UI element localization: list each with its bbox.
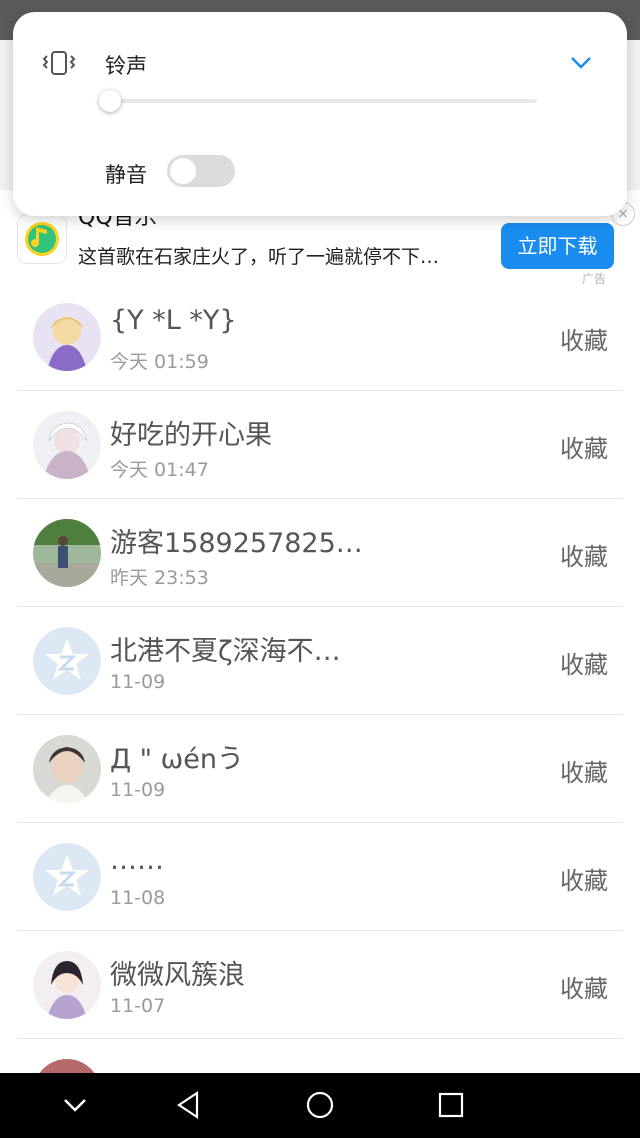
row-name: 微微风簇浪 <box>110 960 245 991</box>
list-item[interactable]: 北港不夏ζ深海不… 11-09 收藏 <box>0 607 640 715</box>
row-time: 11-09 <box>110 779 166 801</box>
favorite-button[interactable]: 收藏 <box>560 645 608 680</box>
row-time: 11-08 <box>110 887 166 909</box>
navigation-bar <box>0 1073 640 1138</box>
favorite-button[interactable]: 收藏 <box>560 861 608 896</box>
list-item[interactable]: {Y *L *Y} 今天 01:59 收藏 <box>0 283 640 391</box>
volume-panel: 铃声 静音 <box>13 12 627 216</box>
chevron-down-icon[interactable] <box>59 1089 91 1121</box>
avatar[interactable] <box>33 951 101 1019</box>
chevron-down-icon[interactable] <box>569 52 593 72</box>
row-name: Д " ωénう <box>110 744 245 775</box>
screen: 铃声 静音 QQ音乐 这首歌在石家庄火了，听了一遍就停不下… 立即下载 × 广告 <box>0 0 640 1138</box>
avatar[interactable] <box>33 519 101 587</box>
back-triangle-icon[interactable] <box>173 1089 205 1121</box>
mute-toggle[interactable] <box>167 155 235 187</box>
favorite-button[interactable]: 收藏 <box>560 969 608 1004</box>
row-time: 11-07 <box>110 995 166 1017</box>
home-circle-icon[interactable] <box>304 1089 336 1121</box>
favorite-button[interactable]: 收藏 <box>560 321 608 356</box>
slider-thumb[interactable] <box>99 90 121 112</box>
list-item[interactable]: 好吃的开心果 今天 01:47 收藏 <box>0 391 640 499</box>
row-time: 今天 01:47 <box>110 459 209 481</box>
row-name: 游客1589257825… <box>110 528 363 559</box>
mute-label: 静音 <box>105 163 147 187</box>
favorite-button[interactable]: 收藏 <box>560 753 608 788</box>
avatar[interactable] <box>33 627 101 695</box>
row-name: …… <box>110 845 164 876</box>
avatar[interactable] <box>33 411 101 479</box>
avatar[interactable] <box>33 303 101 371</box>
row-name: {Y *L *Y} <box>110 305 237 336</box>
favorite-button[interactable]: 收藏 <box>560 537 608 572</box>
list-item[interactable]: 微微风簇浪 11-07 收藏 <box>0 931 640 1039</box>
toggle-knob <box>170 158 196 184</box>
list-item[interactable]: Д " ωénう 11-09 收藏 <box>0 715 640 823</box>
download-button[interactable]: 立即下载 <box>501 223 614 269</box>
qq-music-logo-icon <box>17 214 67 264</box>
recents-square-icon[interactable] <box>435 1089 467 1121</box>
row-time: 昨天 23:53 <box>110 567 209 589</box>
list-item[interactable]: …… 11-08 收藏 <box>0 823 640 931</box>
avatar[interactable] <box>33 843 101 911</box>
ad-description: 这首歌在石家庄火了，听了一遍就停不下… <box>78 246 440 268</box>
row-name: 北港不夏ζ深海不… <box>110 636 341 667</box>
favorite-button[interactable]: 收藏 <box>560 429 608 464</box>
row-time: 11-09 <box>110 671 166 693</box>
list-item[interactable]: 游客1589257825… 昨天 23:53 收藏 <box>0 499 640 607</box>
avatar[interactable] <box>33 735 101 803</box>
visitor-list: {Y *L *Y} 今天 01:59 收藏 好吃的开心果 今天 01:47 收藏 <box>0 283 640 1138</box>
row-name: 好吃的开心果 <box>110 420 272 451</box>
ringtone-volume-slider[interactable] <box>109 99 537 103</box>
ringtone-label: 铃声 <box>105 54 147 78</box>
row-time: 今天 01:59 <box>110 351 209 373</box>
vibrate-icon[interactable] <box>41 48 77 78</box>
